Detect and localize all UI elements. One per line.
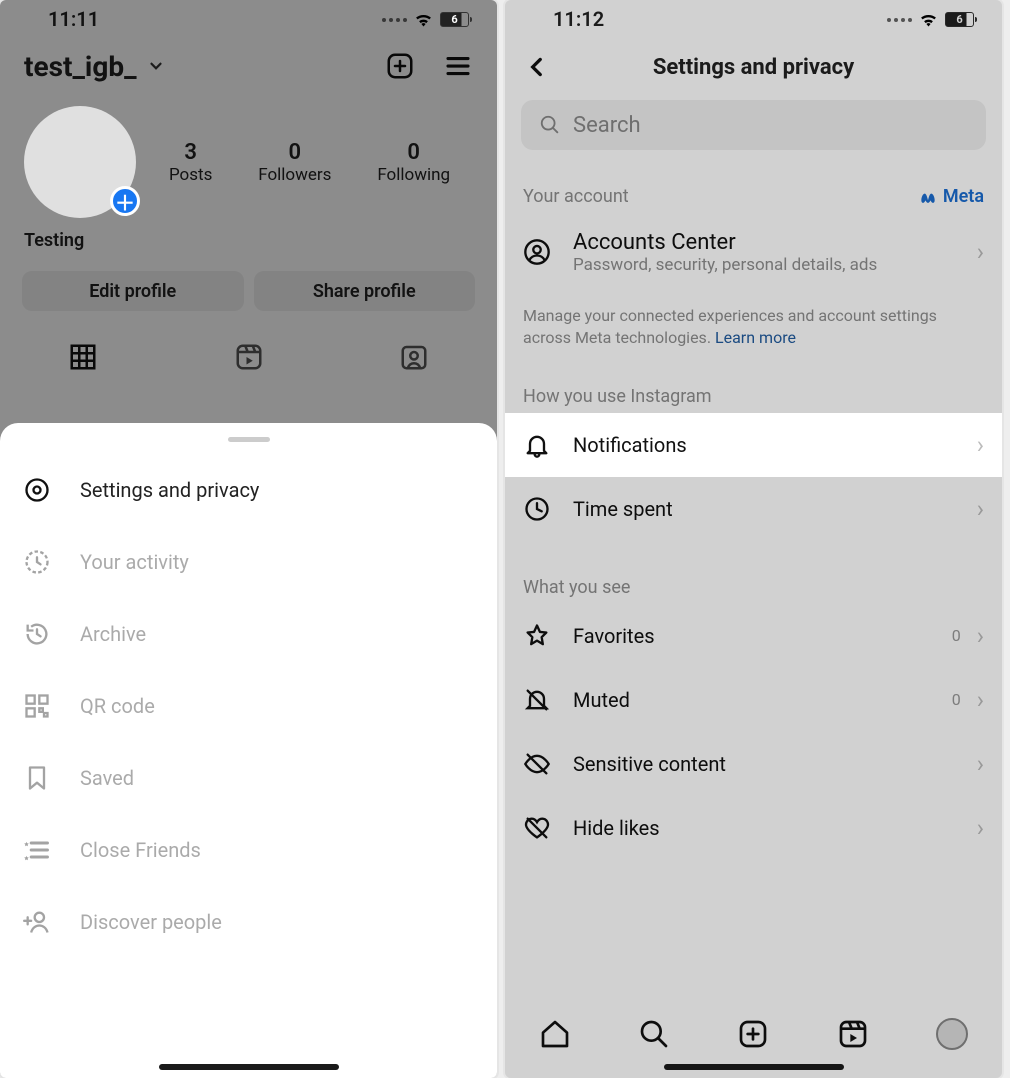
row-title: Sensitive content xyxy=(573,752,955,776)
menu-item-label: Your activity xyxy=(80,550,189,574)
phone-settings-screen: 11:12 6 Settings and privacy Search Your xyxy=(505,0,1002,1078)
menu-item-label: Saved xyxy=(80,766,134,790)
tab-home[interactable] xyxy=(535,1014,575,1054)
chevron-right-icon: › xyxy=(977,495,984,523)
row-count: 0 xyxy=(952,690,961,709)
row-title: Muted xyxy=(573,688,930,712)
activity-icon xyxy=(22,548,52,576)
menu-item-discover-people[interactable]: Discover people xyxy=(0,886,497,958)
bell-off-icon xyxy=(523,686,551,714)
menu-item-close-friends[interactable]: Close Friends xyxy=(0,814,497,886)
sheet-drag-handle[interactable] xyxy=(228,437,270,442)
tab-create[interactable] xyxy=(733,1014,773,1054)
chevron-right-icon: › xyxy=(977,238,984,266)
menu-item-settings-privacy[interactable]: Settings and privacy xyxy=(0,454,497,526)
chevron-right-icon: › xyxy=(977,431,984,459)
chevron-right-icon: › xyxy=(977,686,984,714)
clock-icon xyxy=(523,495,551,523)
row-count: 0 xyxy=(952,626,961,645)
row-muted[interactable]: Muted 0 › xyxy=(505,668,1002,732)
menu-item-saved[interactable]: Saved xyxy=(0,742,497,814)
closefriends-icon xyxy=(22,836,52,864)
row-notifications[interactable]: Notifications › xyxy=(505,413,1002,477)
chevron-right-icon: › xyxy=(977,622,984,650)
row-title: Notifications xyxy=(573,433,955,457)
status-bar: 11:12 6 xyxy=(505,0,1002,38)
battery-icon: 6 xyxy=(440,12,469,27)
row-subtitle: Password, security, personal details, ad… xyxy=(573,255,955,275)
search-icon xyxy=(539,114,561,136)
battery-level: 6 xyxy=(956,13,962,26)
history-icon xyxy=(22,620,52,648)
options-bottom-sheet: Settings and privacy Your activity Archi… xyxy=(0,423,497,1078)
row-hide-likes[interactable]: Hide likes › xyxy=(505,796,1002,860)
home-indicator[interactable] xyxy=(159,1064,339,1070)
page-title: Settings and privacy xyxy=(505,55,1002,80)
star-icon xyxy=(523,622,551,650)
bottom-tab-bar xyxy=(505,1002,1002,1078)
wifi-icon xyxy=(918,9,939,30)
meta-icon xyxy=(918,187,938,207)
bell-icon xyxy=(523,431,551,459)
person-circle-icon xyxy=(523,237,551,267)
tab-reels[interactable] xyxy=(833,1014,873,1054)
menu-item-label: Close Friends xyxy=(80,838,201,862)
eye-off-icon xyxy=(523,750,551,778)
gear-icon xyxy=(22,476,52,504)
tab-profile[interactable] xyxy=(932,1014,972,1054)
row-title: Accounts Center xyxy=(573,230,955,255)
tab-search[interactable] xyxy=(634,1014,674,1054)
battery-icon: 6 xyxy=(945,12,974,27)
row-title: Favorites xyxy=(573,624,930,648)
search-input[interactable]: Search xyxy=(521,100,986,150)
row-time-spent[interactable]: Time spent › xyxy=(505,477,1002,541)
menu-item-your-activity[interactable]: Your activity xyxy=(0,526,497,598)
menu-item-label: Settings and privacy xyxy=(80,478,259,502)
qr-icon xyxy=(22,692,52,720)
menu-item-label: Discover people xyxy=(80,910,222,934)
menu-item-qr-code[interactable]: QR code xyxy=(0,670,497,742)
profile-avatar[interactable]: ＋ xyxy=(24,106,136,218)
cellular-dots-icon xyxy=(882,16,912,22)
section-header-what-you-see: What you see xyxy=(523,577,630,598)
search-placeholder: Search xyxy=(573,113,641,138)
row-sensitive-content[interactable]: Sensitive content › xyxy=(505,732,1002,796)
row-title: Hide likes xyxy=(573,816,955,840)
section-header-how-you-use: How you use Instagram xyxy=(523,386,712,407)
row-accounts-center[interactable]: Accounts Center Password, security, pers… xyxy=(505,213,1002,291)
chevron-right-icon: › xyxy=(977,750,984,778)
phone-profile-screen: 11:11 6 test_igb_ ＋ xyxy=(0,0,497,1078)
chevron-right-icon: › xyxy=(977,814,984,842)
meta-brand: Meta xyxy=(918,186,984,207)
add-story-badge[interactable]: ＋ xyxy=(110,186,140,216)
status-time: 11:12 xyxy=(553,7,604,31)
heart-off-icon xyxy=(523,814,551,842)
row-title: Time spent xyxy=(573,497,955,521)
menu-item-archive[interactable]: Archive xyxy=(0,598,497,670)
learn-more-link[interactable]: Learn more xyxy=(715,328,796,347)
battery-level: 6 xyxy=(451,13,457,26)
bookmark-icon xyxy=(22,764,52,792)
accounts-center-footnote: Manage your connected experiences and ac… xyxy=(505,291,1002,350)
avatar-mini-icon xyxy=(936,1018,968,1050)
row-favorites[interactable]: Favorites 0 › xyxy=(505,604,1002,668)
section-header-your-account: Your account xyxy=(523,186,629,207)
addperson-icon xyxy=(22,908,52,936)
menu-item-label: Archive xyxy=(80,622,146,646)
menu-item-label: QR code xyxy=(80,694,155,718)
